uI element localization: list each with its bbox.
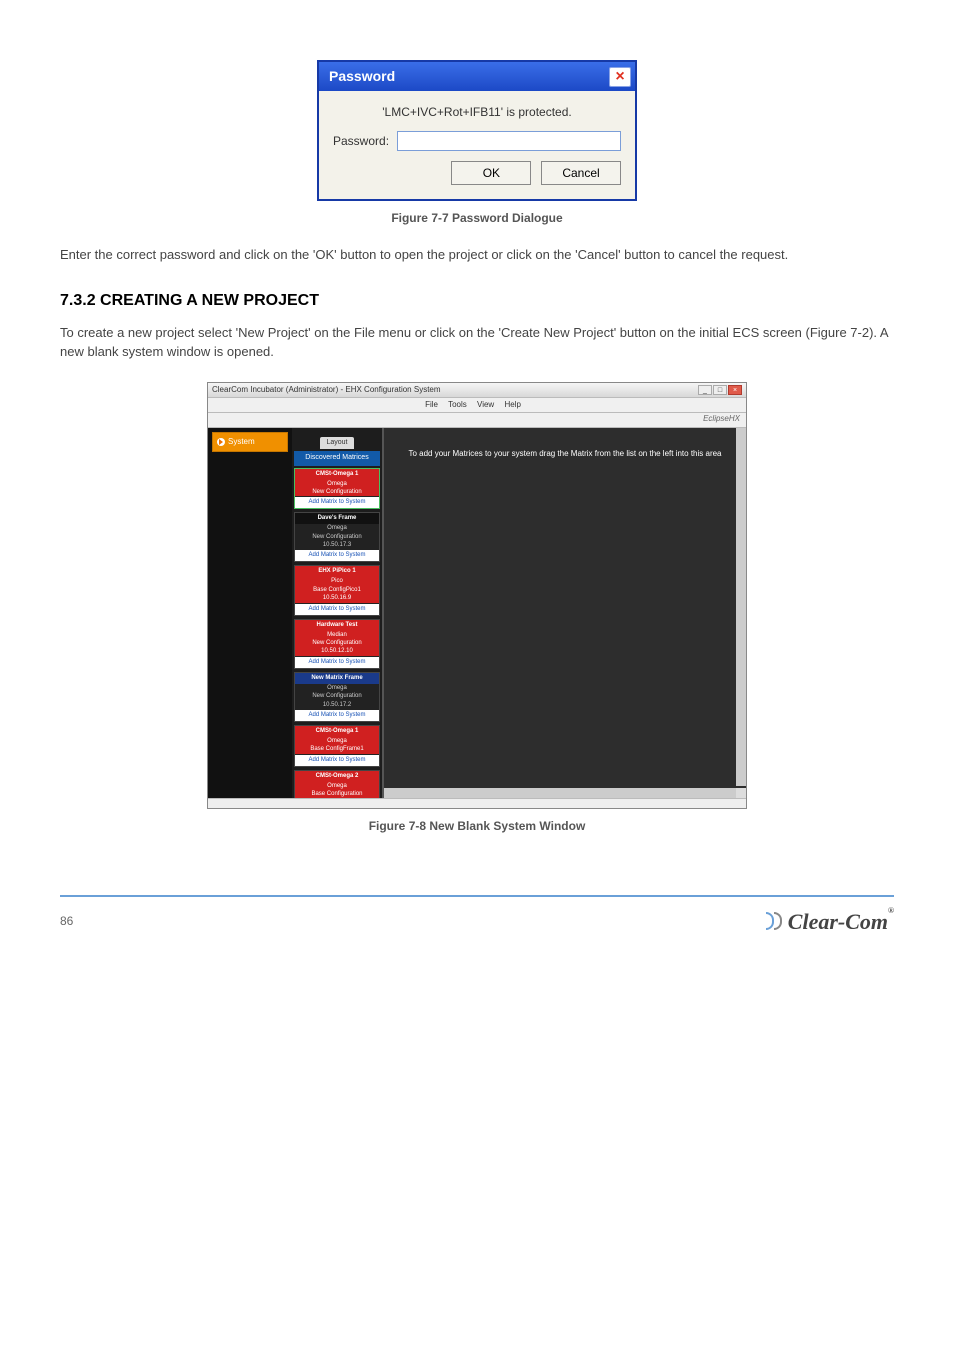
matrix-info-line: 10.50.17.3: [295, 541, 379, 549]
add-matrix-button[interactable]: Add Matrix to System: [295, 657, 379, 668]
close-icon[interactable]: ×: [609, 67, 631, 87]
menu-file[interactable]: File: [425, 400, 438, 409]
matrix-info-line: Omega: [295, 737, 379, 745]
horizontal-scrollbar[interactable]: [384, 788, 736, 798]
menu-view[interactable]: View: [477, 400, 494, 409]
matrix-info-line: New Configuration: [295, 533, 379, 541]
page-number: 86: [60, 912, 73, 930]
matrix-name: Hardware Test: [295, 620, 379, 631]
matrix-info-line: Omega: [295, 480, 379, 488]
matrix-info-line: Base Configuration: [295, 790, 379, 797]
close-icon[interactable]: ×: [728, 385, 742, 395]
minimize-icon[interactable]: _: [698, 385, 712, 395]
layout-tab[interactable]: Layout: [320, 437, 353, 450]
password-dialog: Password × 'LMC+IVC+Rot+IFB11' is protec…: [317, 60, 637, 201]
scroll-corner: [736, 788, 746, 798]
password-input[interactable]: [397, 131, 621, 151]
matrix-info-line: Omega: [295, 782, 379, 790]
matrix-name: CMSt-Omega 1: [295, 726, 379, 737]
status-bar: [208, 798, 746, 808]
matrix-info-line: Omega: [295, 684, 379, 692]
window-titlebar[interactable]: ClearCom Incubator (Administrator) - EHX…: [208, 383, 746, 398]
matrix-info-line: Median: [295, 631, 379, 639]
matrix-name: CMSt-Omega 2: [295, 771, 379, 782]
figure-caption-7-7: Figure 7-7 Password Dialogue: [60, 209, 894, 227]
matrix-name: CMSt-Omega 1: [295, 469, 379, 480]
matrix-info-line: Omega: [295, 524, 379, 532]
matrix-info-line: Pico: [295, 577, 379, 585]
matrix-card[interactable]: CMSt-Omega 2OmegaBase Configuration10.50…: [294, 770, 380, 798]
logo-text: Clear-Com: [788, 909, 888, 934]
dropzone-instructions: To add your Matrices to your system drag…: [394, 448, 736, 460]
matrix-info-line: New Configuration: [295, 488, 379, 496]
matrix-info-line: New Configuration: [295, 639, 379, 647]
sidebar: System: [208, 428, 292, 798]
window-title: ClearCom Incubator (Administrator) - EHX…: [212, 384, 441, 396]
matrix-card[interactable]: New Matrix FrameOmegaNew Configuration10…: [294, 672, 380, 722]
matrix-card[interactable]: CMSt-Omega 1OmegaBase ConfigFrame1 Add Ma…: [294, 725, 380, 767]
dropzone[interactable]: To add your Matrices to your system drag…: [382, 428, 746, 798]
ok-button[interactable]: OK: [451, 161, 531, 185]
matrix-card[interactable]: CMSt-Omega 1OmegaNew ConfigurationAdd Ma…: [294, 468, 380, 510]
system-window: ClearCom Incubator (Administrator) - EHX…: [207, 382, 747, 809]
menu-bar: File Tools View Help: [208, 398, 746, 413]
sidebar-item-system[interactable]: System: [212, 432, 288, 452]
dialog-titlebar[interactable]: Password ×: [319, 62, 635, 91]
matrix-card[interactable]: Hardware TestMedianNew Configuration10.5…: [294, 619, 380, 669]
add-matrix-button[interactable]: Add Matrix to System: [295, 497, 379, 508]
matrix-name: Dave's Frame: [295, 513, 379, 524]
figure-caption-7-8: Figure 7-8 New Blank System Window: [60, 817, 894, 835]
vertical-scrollbar[interactable]: [736, 428, 746, 786]
matrix-info-line: 10.50.12.10: [295, 647, 379, 655]
brand-logo: EclipseHX: [703, 414, 740, 423]
section-heading-7-3-2: 7.3.2 CREATING A NEW PROJECT: [60, 289, 894, 313]
logo-icon: [766, 912, 782, 930]
maximize-icon[interactable]: □: [713, 385, 727, 395]
logo-row: EclipseHX: [208, 413, 746, 428]
discovered-header: Discovered Matrices: [294, 451, 380, 466]
dialog-message: 'LMC+IVC+Rot+IFB11' is protected.: [333, 103, 621, 121]
dialog-title: Password: [329, 66, 395, 87]
paragraph-password-instructions: Enter the correct password and click on …: [60, 245, 894, 265]
matrix-info-line: Base ConfigPico1: [295, 586, 379, 594]
arrow-right-icon: [217, 438, 225, 446]
matrix-name: EHX PiPico 1: [295, 566, 379, 577]
matrix-info-line: New Configuration: [295, 692, 379, 700]
page-footer: 86 Clear-Com®: [60, 895, 894, 938]
clearcom-logo: Clear-Com®: [766, 905, 894, 938]
matrix-card[interactable]: Dave's FrameOmegaNew Configuration10.50.…: [294, 512, 380, 562]
matrix-info-line: 10.50.17.2: [295, 701, 379, 709]
add-matrix-button[interactable]: Add Matrix to System: [295, 755, 379, 766]
matrix-info-line: Base ConfigFrame1: [295, 745, 379, 753]
menu-help[interactable]: Help: [504, 400, 520, 409]
matrix-info-line: 10.50.16.9: [295, 594, 379, 602]
discovered-pane: Layout Discovered Matrices CMSt-Omega 1O…: [292, 428, 382, 798]
matrix-card[interactable]: EHX PiPico 1PicoBase ConfigPico110.50.16…: [294, 565, 380, 615]
add-matrix-button[interactable]: Add Matrix to System: [295, 710, 379, 721]
add-matrix-button[interactable]: Add Matrix to System: [295, 604, 379, 615]
cancel-button[interactable]: Cancel: [541, 161, 621, 185]
add-matrix-button[interactable]: Add Matrix to System: [295, 550, 379, 561]
trademark-symbol: ®: [888, 906, 894, 915]
matrix-name: New Matrix Frame: [295, 673, 379, 684]
menu-tools[interactable]: Tools: [448, 400, 467, 409]
paragraph-new-project: To create a new project select 'New Proj…: [60, 323, 894, 362]
password-label: Password:: [333, 132, 389, 150]
sidebar-item-label: System: [228, 436, 255, 448]
